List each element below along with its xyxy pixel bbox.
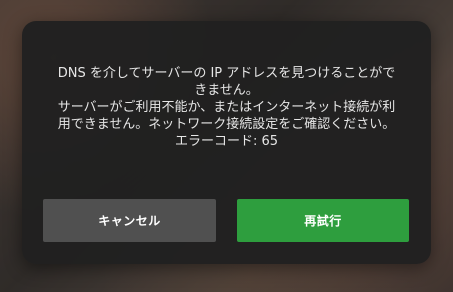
- error-message-line: DNS を介してサーバーの IP アドレスを見つけることがで: [57, 66, 396, 81]
- error-message-line: 用できません。ネットワーク接続設定をご確認ください。: [57, 117, 396, 132]
- error-dialog: DNS を介してサーバーの IP アドレスを見つけることがで きません。 サーバ…: [22, 21, 431, 264]
- error-message: DNS を介してサーバーの IP アドレスを見つけることがで きません。 サーバ…: [38, 65, 415, 150]
- error-code: エラーコード: 65: [174, 134, 279, 149]
- cancel-button[interactable]: キャンセル: [43, 199, 216, 242]
- retry-button[interactable]: 再試行: [237, 199, 409, 242]
- error-message-line: サーバーがご利用不能か、またはインターネット接続が利: [57, 100, 396, 115]
- error-message-line: きません。: [194, 83, 259, 98]
